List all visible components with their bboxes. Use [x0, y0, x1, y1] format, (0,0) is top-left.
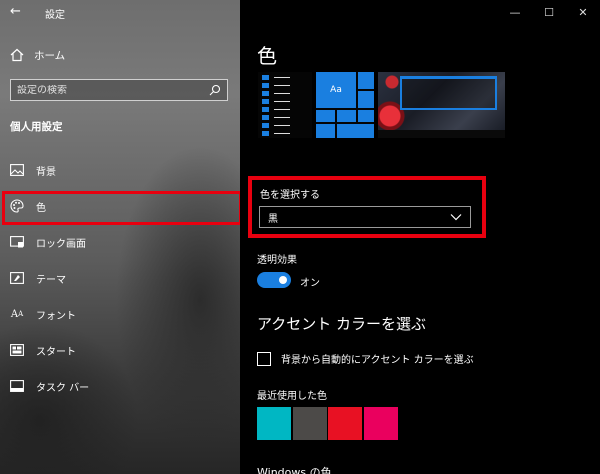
color-swatch[interactable] [257, 407, 291, 440]
color-swatch[interactable] [292, 407, 327, 440]
recent-colors [257, 407, 399, 440]
maximize-icon[interactable]: ☐ [532, 0, 566, 24]
auto-accent-checkbox[interactable] [257, 351, 271, 366]
windows-colors-label: Windows の色 [257, 466, 332, 474]
minimize-icon[interactable]: — [498, 0, 532, 24]
transparency-state: オン [300, 278, 320, 289]
color-mode-label: 色を選択する [260, 190, 320, 201]
sidebar-item-label: 背景 [36, 166, 56, 178]
transparency-label: 透明効果 [257, 255, 297, 266]
sidebar-item-start[interactable]: スタート [0, 332, 240, 368]
color-mode-dropdown[interactable]: 黒 [259, 206, 471, 228]
sidebar-item-taskbar[interactable]: タスク バー [0, 368, 240, 404]
accent-section-title: アクセント カラーを選ぶ [257, 315, 427, 333]
search-input[interactable] [17, 84, 209, 96]
settings-sidebar: ← 設定 ホーム 個人用設定 背景 色 [0, 0, 240, 474]
preview-tile-text: Aa [316, 72, 356, 108]
auto-accent-option[interactable]: 背景から自動的にアクセント カラーを選ぶ [257, 351, 474, 366]
preview-start-list [258, 72, 312, 138]
search-box[interactable] [10, 79, 228, 101]
palette-icon [10, 199, 24, 213]
title-bar: ← 設定 [0, 0, 240, 24]
sidebar-item-background[interactable]: 背景 [0, 152, 240, 188]
sidebar-item-label: スタート [36, 346, 76, 358]
sidebar-item-themes[interactable]: テーマ [0, 260, 240, 296]
color-preview: Aa [258, 72, 505, 138]
chevron-down-icon [450, 214, 462, 221]
sidebar-item-colors[interactable]: 色 [0, 188, 240, 225]
auto-accent-label: 背景から自動的にアクセント カラーを選ぶ [281, 355, 474, 366]
search-icon[interactable] [209, 84, 221, 96]
lock-screen-icon [10, 235, 24, 249]
preview-desktop [378, 72, 505, 138]
color-swatch[interactable] [328, 407, 362, 440]
color-mode-value: 黒 [268, 213, 278, 225]
sidebar-item-fonts[interactable]: AA フォント [0, 296, 240, 332]
sidebar-nav: 背景 色 ロック画面 テーマ AA フォント スタート タスク バー [0, 152, 240, 404]
sidebar-item-label: フォント [36, 310, 76, 322]
home-label: ホーム [34, 49, 66, 62]
start-icon [10, 343, 24, 357]
close-icon[interactable]: ✕ [566, 0, 600, 24]
app-title: 設定 [45, 10, 65, 21]
taskbar-icon [10, 379, 24, 393]
recent-colors-label: 最近使用した色 [257, 391, 327, 402]
theme-icon [10, 271, 24, 285]
home-link[interactable]: ホーム [10, 46, 210, 64]
page-title: 色 [257, 44, 277, 68]
back-arrow-icon[interactable]: ← [10, 4, 21, 19]
font-icon: AA [10, 308, 24, 320]
section-title: 個人用設定 [10, 121, 63, 133]
sidebar-item-label: タスク バー [36, 382, 90, 394]
home-icon [10, 48, 24, 62]
sidebar-item-label: 色 [36, 202, 46, 214]
color-swatch[interactable] [363, 407, 398, 440]
sidebar-item-label: テーマ [36, 274, 66, 286]
sidebar-item-lock-screen[interactable]: ロック画面 [0, 224, 240, 260]
colors-page: — ☐ ✕ 色 Aa 色を選択する 黒 透明効果 オン アクセント カラーを選ぶ… [240, 0, 600, 474]
sidebar-item-label: ロック画面 [36, 238, 86, 250]
transparency-toggle[interactable] [257, 272, 291, 288]
toggle-knob [279, 276, 287, 284]
preview-tiles: Aa [316, 72, 374, 138]
image-icon [10, 163, 24, 177]
window-controls: — ☐ ✕ [498, 0, 600, 24]
color-mode-section: 色を選択する 黒 [248, 176, 486, 238]
